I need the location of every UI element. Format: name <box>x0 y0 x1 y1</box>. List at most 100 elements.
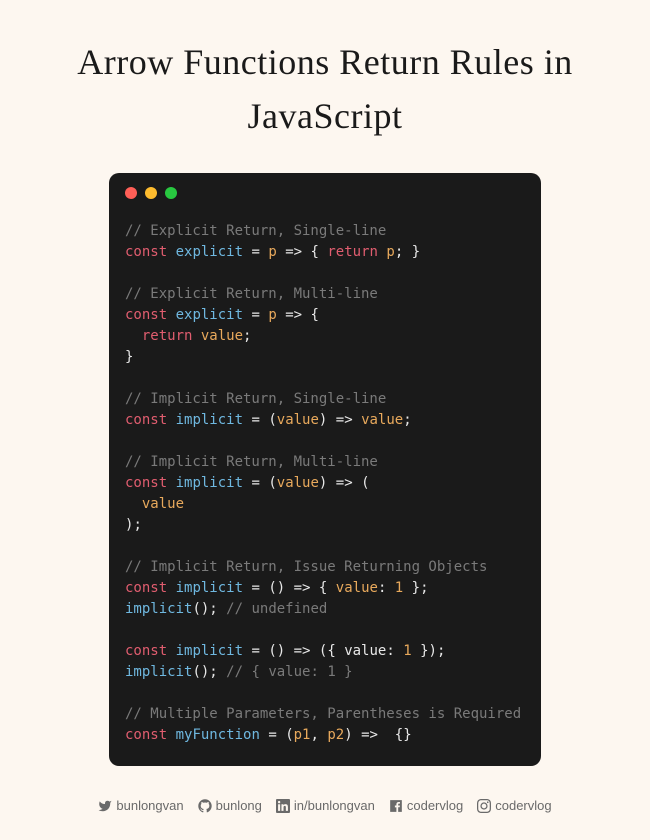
social-handle: in/bunlongvan <box>294 798 375 813</box>
comment: // Explicit Return, Single-line <box>125 223 386 239</box>
arrow: => <box>353 727 387 743</box>
eq: = <box>260 727 285 743</box>
social-handle: bunlongvan <box>116 798 183 813</box>
return: return <box>142 328 193 344</box>
social-handle: codervlog <box>495 798 551 813</box>
social-linkedin[interactable]: in/bunlongvan <box>276 798 375 813</box>
social-instagram[interactable]: codervlog <box>477 798 551 813</box>
arrow: => <box>285 643 319 659</box>
arrow: => <box>285 580 319 596</box>
comment: // undefined <box>226 601 327 617</box>
call: (); <box>192 664 217 680</box>
arrow: => <box>327 475 361 491</box>
param: p1 <box>294 727 311 743</box>
social-twitter[interactable]: bunlongvan <box>98 798 183 813</box>
semi: ; <box>403 412 411 428</box>
fn-name: explicit <box>176 244 243 260</box>
fn-call: implicit <box>125 664 192 680</box>
key: value <box>336 580 378 596</box>
key: value <box>344 643 386 659</box>
code-window: // Explicit Return, Single-line const ex… <box>109 173 541 766</box>
param: p <box>268 307 276 323</box>
param: value <box>277 412 319 428</box>
eq: = <box>243 244 268 260</box>
number: 1 <box>403 643 411 659</box>
fn-name: explicit <box>176 307 243 323</box>
eq: = <box>243 643 268 659</box>
comment: // Implicit Return, Issue Returning Obje… <box>125 559 487 575</box>
param: p <box>386 244 394 260</box>
facebook-icon <box>389 799 403 813</box>
eq: = <box>243 475 268 491</box>
keyword-const: const <box>125 727 167 743</box>
keyword-const: const <box>125 643 167 659</box>
keyword-const: const <box>125 580 167 596</box>
colon: : <box>386 643 403 659</box>
paren: ) <box>344 727 352 743</box>
param: value <box>277 475 319 491</box>
social-handle: bunlong <box>216 798 262 813</box>
comment: // Multiple Parameters, Parentheses is R… <box>125 706 521 722</box>
param: p <box>268 244 276 260</box>
brace: } <box>412 244 420 260</box>
arrow: => <box>327 412 361 428</box>
fn-name: myFunction <box>176 727 260 743</box>
value: value <box>142 496 184 512</box>
twitter-icon <box>98 799 112 813</box>
paren: ( <box>268 412 276 428</box>
fn-name: implicit <box>176 643 243 659</box>
page-title: Arrow Functions Return Rules in JavaScri… <box>0 35 650 143</box>
obj-close: }); <box>412 643 446 659</box>
colon: : <box>378 580 395 596</box>
minimize-icon <box>145 187 157 199</box>
fn-call: implicit <box>125 601 192 617</box>
brace: { <box>319 580 327 596</box>
fn-name: implicit <box>176 412 243 428</box>
maximize-icon <box>165 187 177 199</box>
return: return <box>327 244 378 260</box>
brace: { <box>310 307 318 323</box>
close-icon <box>125 187 137 199</box>
value: value <box>201 328 243 344</box>
keyword-const: const <box>125 475 167 491</box>
empty-body: {} <box>386 727 411 743</box>
fn-name: implicit <box>176 580 243 596</box>
social-github[interactable]: bunlong <box>198 798 262 813</box>
social-facebook[interactable]: codervlog <box>389 798 463 813</box>
semi: ; <box>133 517 141 533</box>
semi: ; <box>243 328 251 344</box>
brace: } <box>125 349 133 365</box>
eq: = <box>243 580 268 596</box>
linkedin-icon <box>276 799 290 813</box>
comment: // Implicit Return, Single-line <box>125 391 386 407</box>
eq: = <box>243 412 268 428</box>
arrow: => <box>277 244 311 260</box>
value: value <box>361 412 403 428</box>
comment: // { value: 1 } <box>226 664 352 680</box>
paren: ( <box>361 475 369 491</box>
eq: = <box>243 307 268 323</box>
number: 1 <box>395 580 403 596</box>
semi: ; <box>395 244 403 260</box>
comment: // Implicit Return, Multi-line <box>125 454 378 470</box>
instagram-icon <box>477 799 491 813</box>
obj-open: ({ <box>319 643 344 659</box>
brace: } <box>412 580 420 596</box>
traffic-lights <box>109 173 541 209</box>
call: (); <box>192 601 217 617</box>
paren: ( <box>285 727 293 743</box>
brace: { <box>310 244 318 260</box>
socials-row: bunlongvan bunlong in/bunlongvan codervl… <box>98 798 551 813</box>
semi: ; <box>420 580 428 596</box>
paren: ( <box>268 475 276 491</box>
keyword-const: const <box>125 412 167 428</box>
fn-name: implicit <box>176 475 243 491</box>
social-handle: codervlog <box>407 798 463 813</box>
comment: // Explicit Return, Multi-line <box>125 286 378 302</box>
comma: , <box>310 727 327 743</box>
arrow: => <box>277 307 311 323</box>
keyword-const: const <box>125 307 167 323</box>
code-block: // Explicit Return, Single-line const ex… <box>109 209 541 746</box>
github-icon <box>198 799 212 813</box>
param: p2 <box>327 727 344 743</box>
